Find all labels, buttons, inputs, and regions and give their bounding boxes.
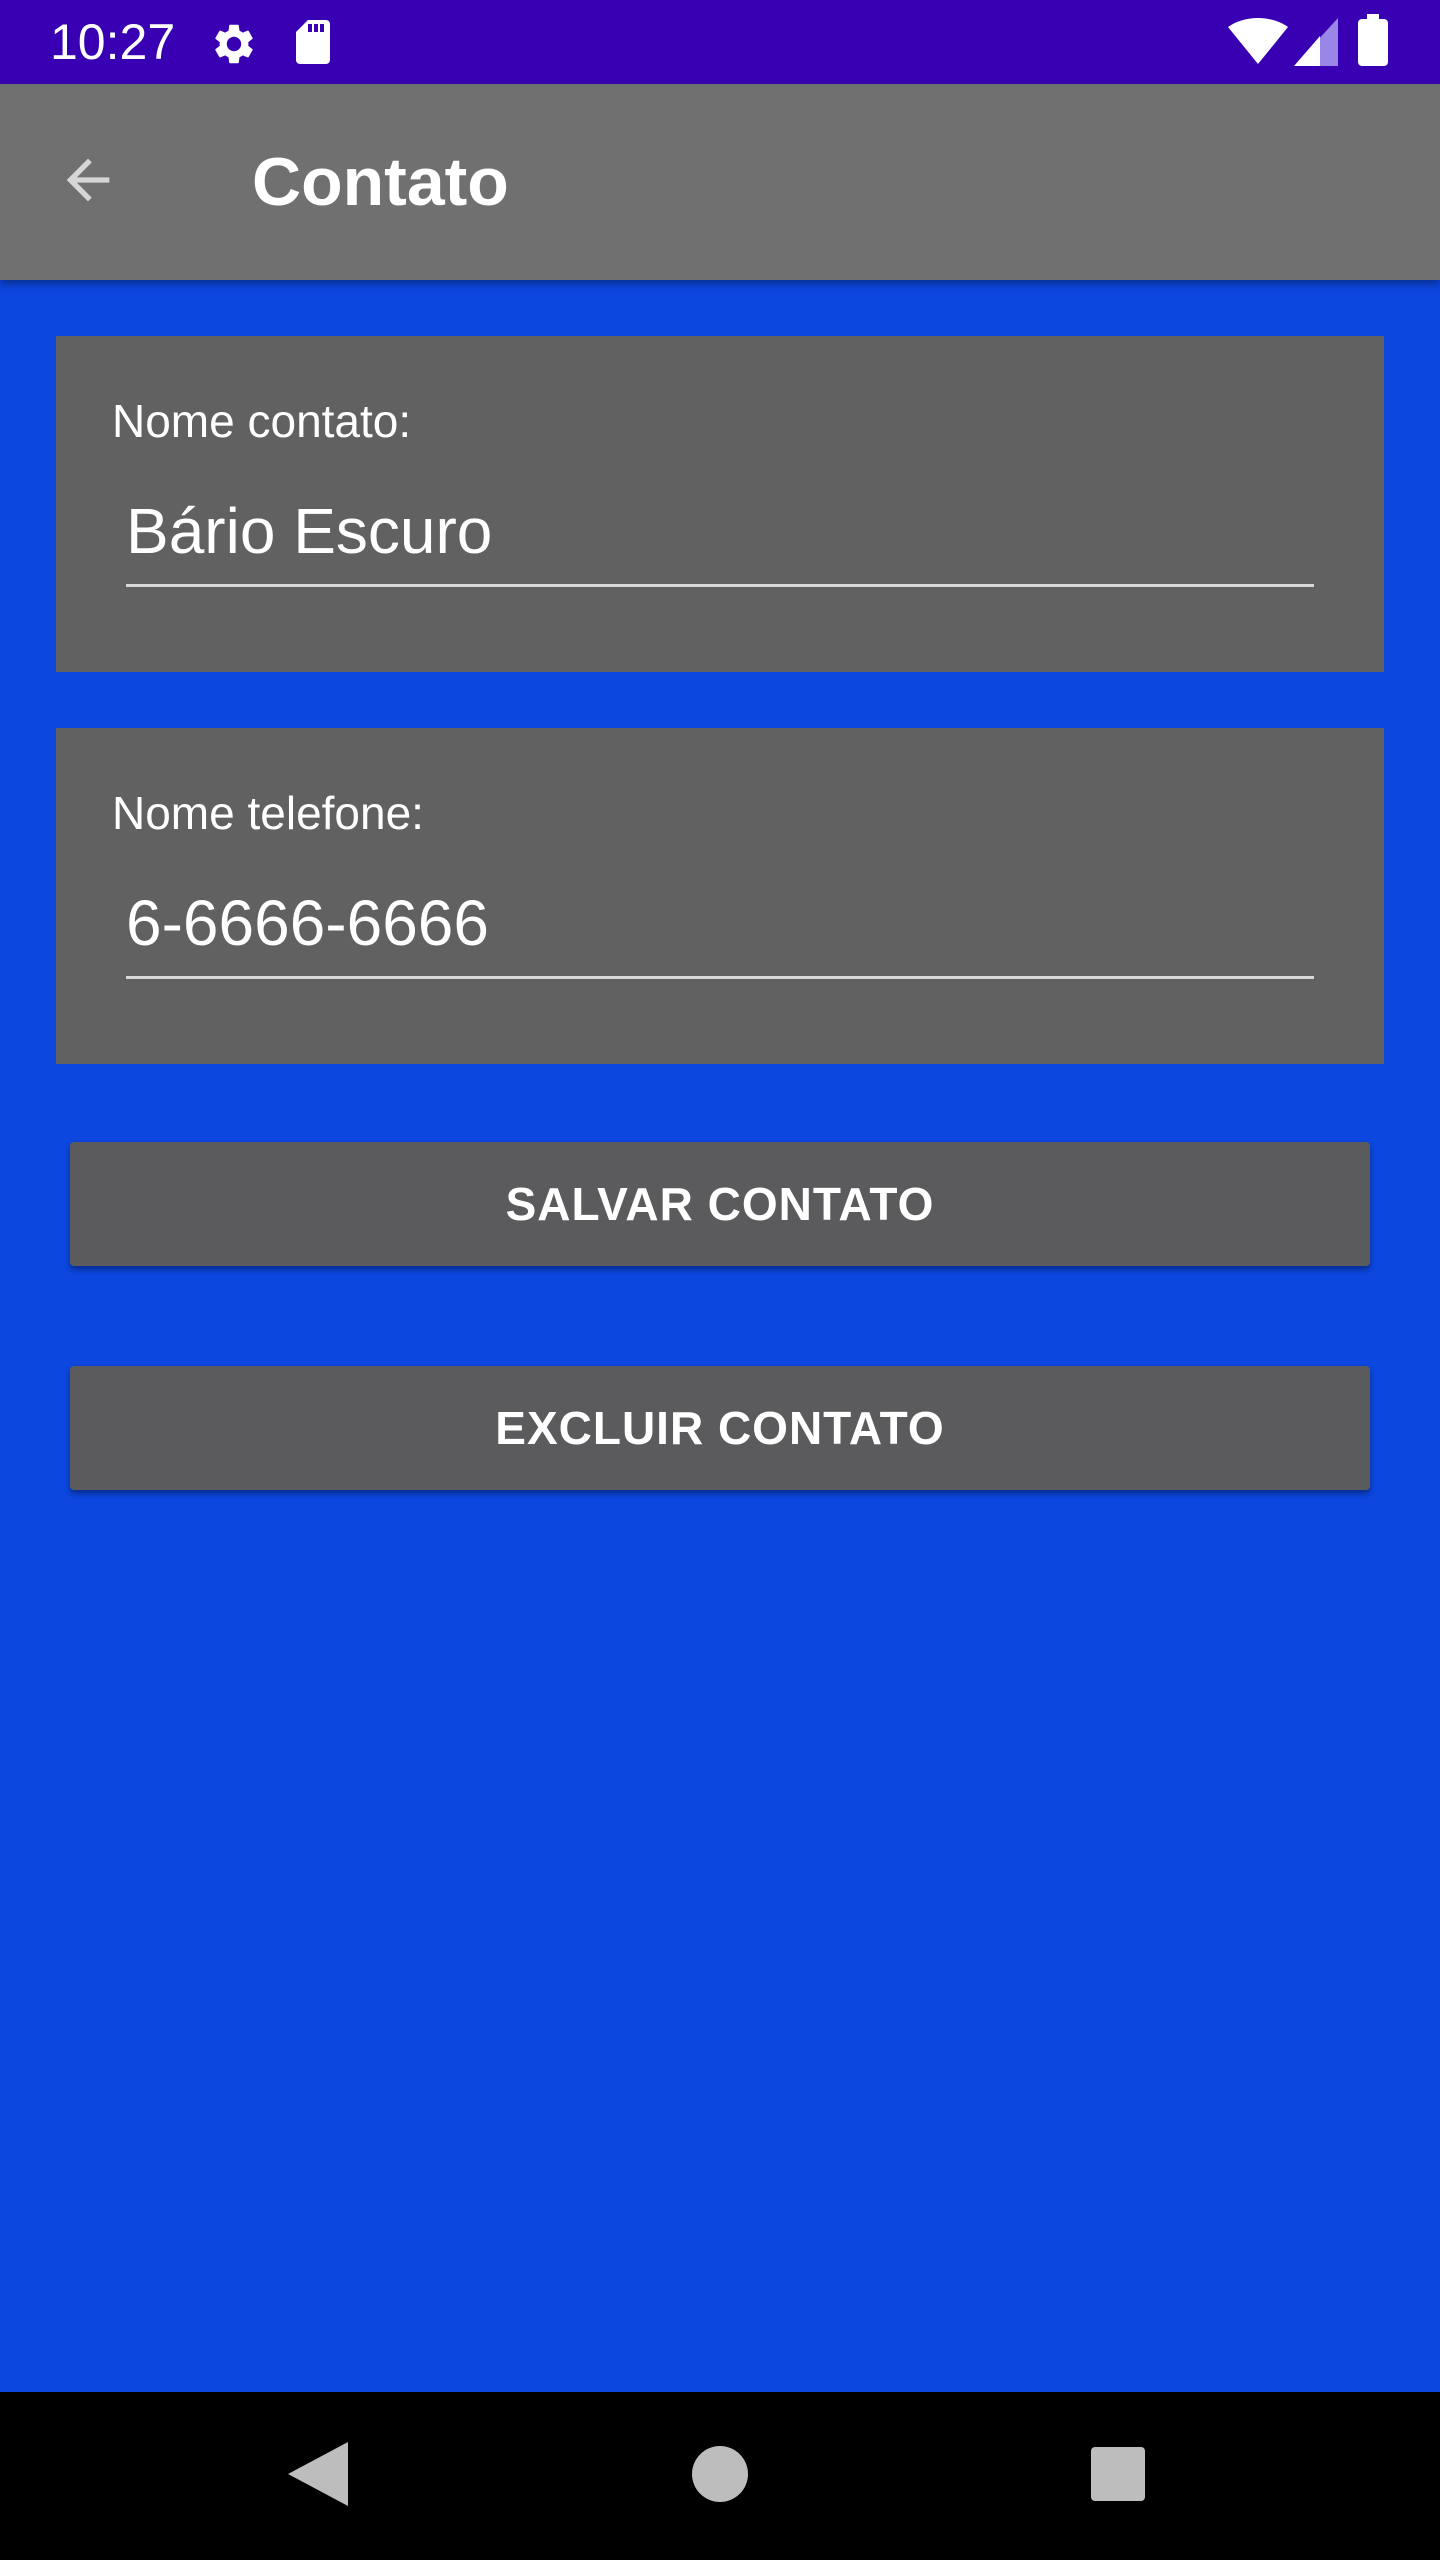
nav-back-button[interactable] xyxy=(268,2426,368,2526)
status-bar: 10:27 xyxy=(0,0,1440,84)
delete-contact-button[interactable]: EXCLUIR CONTATO xyxy=(70,1366,1370,1490)
signal-icon xyxy=(1294,18,1338,71)
nav-recents-button[interactable] xyxy=(1068,2426,1168,2526)
battery-icon xyxy=(1358,14,1388,71)
contact-name-label: Nome contato: xyxy=(112,395,412,447)
phone-input[interactable] xyxy=(126,878,1314,979)
phone-label: Nome telefone: xyxy=(112,787,424,839)
nav-home-button[interactable] xyxy=(670,2426,770,2526)
back-triangle-icon xyxy=(288,2441,348,2511)
sd-card-icon xyxy=(292,18,336,71)
wifi-icon xyxy=(1228,17,1288,71)
home-circle-icon xyxy=(692,2445,748,2507)
save-contact-button[interactable]: SALVAR CONTATO xyxy=(70,1142,1370,1266)
arrow-back-icon xyxy=(56,148,120,217)
recents-square-icon xyxy=(1091,2446,1145,2506)
phone-card: Nome telefone: xyxy=(56,728,1384,1064)
back-button[interactable] xyxy=(40,134,136,230)
navigation-bar xyxy=(0,2392,1440,2560)
gear-icon xyxy=(210,20,258,73)
contact-name-input[interactable] xyxy=(126,486,1314,587)
contact-name-card: Nome contato: xyxy=(56,336,1384,672)
status-time: 10:27 xyxy=(50,14,176,70)
page-title: Contato xyxy=(252,144,509,220)
app-bar: Contato xyxy=(0,84,1440,280)
